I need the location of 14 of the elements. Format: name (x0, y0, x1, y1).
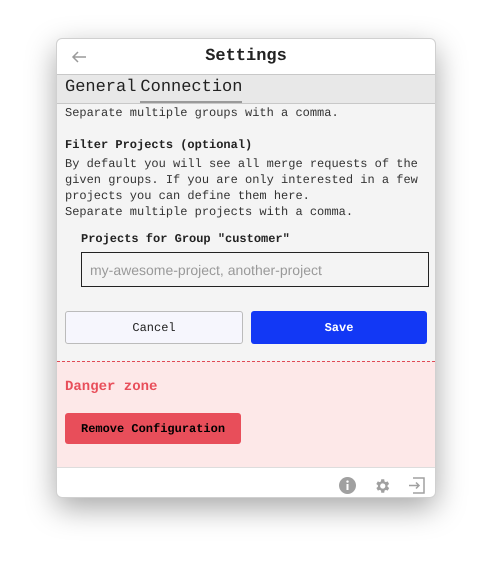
input-field[interactable]: my-awesome-project, another-project (81, 252, 429, 287)
remove-configuration-button[interactable]: Remove Configuration (65, 413, 242, 444)
info-icon[interactable] (339, 477, 356, 494)
help-text: Separate multiple groups with a comma. (65, 105, 340, 121)
save-button[interactable]: Save (251, 311, 427, 344)
tab[interactable]: General (65, 74, 136, 103)
section-heading: Danger zone (65, 378, 158, 397)
cancel-button[interactable]: Cancel (65, 311, 243, 344)
description-text: By default you will see all merge requests of the given groups. If you are only interested in a few projects you can define them here. Separate multiple projects with a comma. (65, 156, 419, 220)
window-title: Settings (205, 46, 287, 68)
logout-icon[interactable] (408, 477, 425, 494)
section-heading: Filter Projects (optional) (65, 137, 254, 153)
field-label: Projects for Group "customer" (81, 231, 291, 247)
back-arrow-icon (71, 51, 87, 63)
